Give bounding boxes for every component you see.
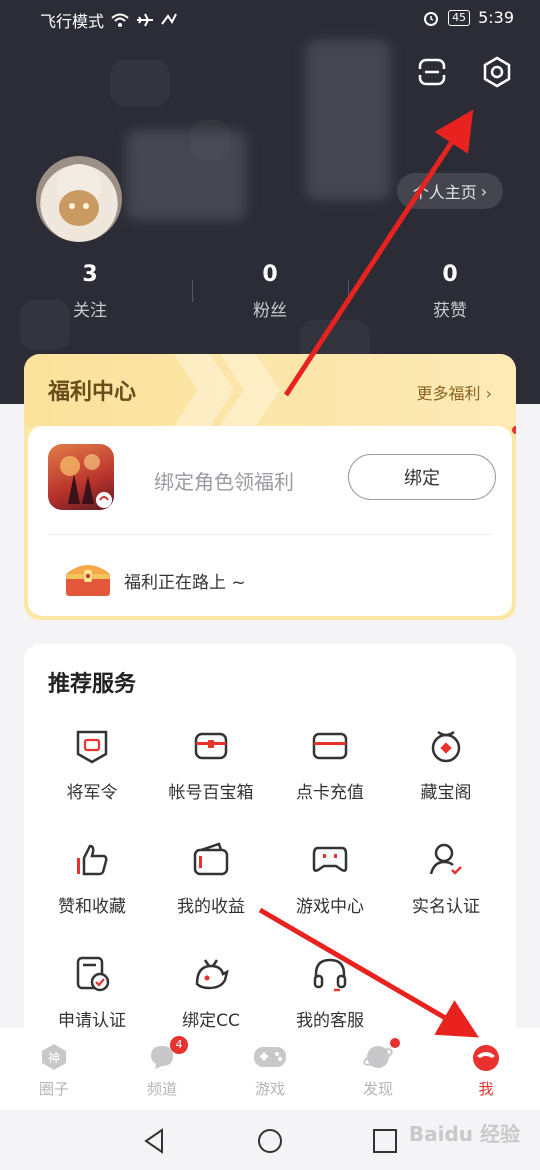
tab-me[interactable]: 我 [432, 1028, 540, 1110]
personal-homepage-button[interactable]: 个人主页 › [397, 173, 503, 209]
tab-channel[interactable]: 4 频道 [108, 1028, 216, 1110]
wifi-icon [111, 13, 129, 27]
watermark: Baidu 经验 [408, 1122, 520, 1146]
shield-token-icon [76, 730, 108, 764]
stat-following[interactable]: 3 关注 [0, 262, 180, 321]
service-card-recharge[interactable]: 点卡充值 [270, 726, 390, 816]
service-account-box[interactable]: 帐号百宝箱 [151, 726, 271, 816]
apply-cert-icon [76, 956, 110, 992]
chevron-right-icon: › [480, 181, 488, 201]
blurred-nickname [126, 130, 246, 220]
stat-followers[interactable]: 0 粉丝 [180, 262, 360, 321]
more-welfare-link[interactable]: 更多福利 › [416, 380, 492, 404]
user-verify-icon [429, 843, 462, 875]
service-label: 将军令 [66, 783, 118, 803]
notification-dot [512, 426, 516, 434]
cc-bind-icon [195, 959, 229, 990]
headset-icon [313, 958, 347, 992]
treasure-chest-icon [66, 565, 110, 596]
scan-icon [418, 58, 446, 86]
clock-time: 5:39 [478, 8, 514, 27]
airplane-mode-text: 飞行模式 [40, 12, 105, 31]
bind-role-text: 绑定角色领福利 [154, 470, 294, 494]
me-tab-icon [473, 1045, 499, 1071]
recommended-services-card: 推荐服务 将军令 帐号百宝箱 点卡充值 藏宝阁 赞和收藏 我的收益 游戏中心 实… [24, 644, 516, 1064]
unread-badge: 4 [170, 1036, 188, 1054]
notification-dot [390, 1038, 400, 1048]
chevron-right-icon: › [485, 384, 492, 403]
services-title: 推荐服务 [48, 672, 137, 697]
circle-tab-icon: 神 [42, 1044, 66, 1070]
service-jiangjunling[interactable]: 将军令 [32, 726, 152, 816]
welfare-on-road-text: 福利正在路上 ~ [124, 573, 246, 593]
treasure-box-icon [194, 732, 228, 760]
homepage-label: 个人主页 [412, 183, 477, 202]
game-tab-icon [254, 1047, 286, 1067]
service-label: 点卡充值 [296, 783, 364, 803]
card-recharge-icon [312, 732, 348, 760]
stat-label: 粉丝 [253, 301, 287, 321]
service-label: 实名认证 [412, 897, 480, 917]
bind-button[interactable]: 绑定 [348, 454, 496, 500]
service-label: 游戏中心 [296, 897, 364, 917]
scan-button[interactable] [412, 52, 452, 92]
tab-discover[interactable]: 发现 [324, 1028, 432, 1110]
tab-label: 圈子 [38, 1080, 69, 1098]
service-label: 帐号百宝箱 [168, 783, 254, 803]
back-triangle-icon[interactable] [140, 1126, 170, 1156]
tab-label: 频道 [146, 1080, 177, 1098]
stats-row: 3 关注 0 粉丝 0 获赞 [0, 262, 540, 321]
battery-indicator: 45 [448, 9, 471, 26]
tab-label: 游戏 [254, 1080, 285, 1098]
tab-label: 我 [478, 1080, 494, 1098]
service-treasure-pavilion[interactable]: 藏宝阁 [386, 726, 506, 816]
welfare-body: 绑定角色领福利 绑定 福利正在路上 ~ [28, 426, 516, 616]
tab-circle[interactable]: 神 圈子 [0, 1028, 108, 1110]
service-my-earnings[interactable]: 我的收益 [151, 840, 271, 930]
settings-hexagon-icon [483, 56, 511, 88]
treasure-pavilion-icon [431, 730, 461, 763]
stat-likes[interactable]: 0 获赞 [360, 262, 540, 321]
service-label: 赞和收藏 [58, 897, 126, 917]
home-circle-icon[interactable] [255, 1126, 285, 1156]
blurred-info [306, 40, 390, 200]
stat-label: 关注 [73, 301, 107, 321]
tab-label: 发现 [362, 1080, 393, 1098]
alarm-icon [424, 11, 439, 26]
stat-label: 获赞 [433, 301, 467, 321]
bottom-tab-bar: 神 圈子 4 频道 游戏 发现 我 [0, 1028, 540, 1110]
more-welfare-label: 更多福利 [416, 384, 481, 403]
service-game-center[interactable]: 游戏中心 [270, 840, 390, 930]
stat-value: 0 [442, 262, 458, 287]
avatar-image [57, 164, 101, 226]
svg-text:神: 神 [48, 1051, 60, 1065]
stat-value: 3 [82, 262, 98, 287]
stat-value: 0 [262, 262, 278, 287]
stat-divider [192, 280, 193, 302]
avatar[interactable] [36, 156, 122, 242]
nfc-icon [161, 13, 177, 25]
welfare-title: 福利中心 [48, 380, 137, 405]
thumbs-up-icon [77, 844, 108, 876]
divider [48, 534, 492, 535]
welfare-center-card: 福利中心 更多福利 › 绑定角色领福利 绑定 福利正在路上 ~ [24, 354, 516, 620]
status-bar: 飞行模式 45 5:39 [0, 0, 540, 38]
discover-tab-icon [363, 1046, 393, 1068]
gamepad-icon [312, 846, 348, 872]
service-label: 我的收益 [177, 897, 245, 917]
settings-button[interactable] [477, 52, 517, 92]
service-likes-favorites[interactable]: 赞和收藏 [32, 840, 152, 930]
wallet-icon [193, 842, 229, 876]
service-real-name-auth[interactable]: 实名认证 [386, 840, 506, 930]
airplane-icon [137, 13, 154, 27]
recents-square-icon[interactable] [370, 1126, 400, 1156]
welfare-header: 福利中心 更多福利 › [24, 354, 516, 426]
service-label: 藏宝阁 [420, 783, 472, 803]
stat-divider [348, 280, 349, 302]
game-app-icon [48, 444, 114, 510]
tab-game[interactable]: 游戏 [216, 1028, 324, 1110]
